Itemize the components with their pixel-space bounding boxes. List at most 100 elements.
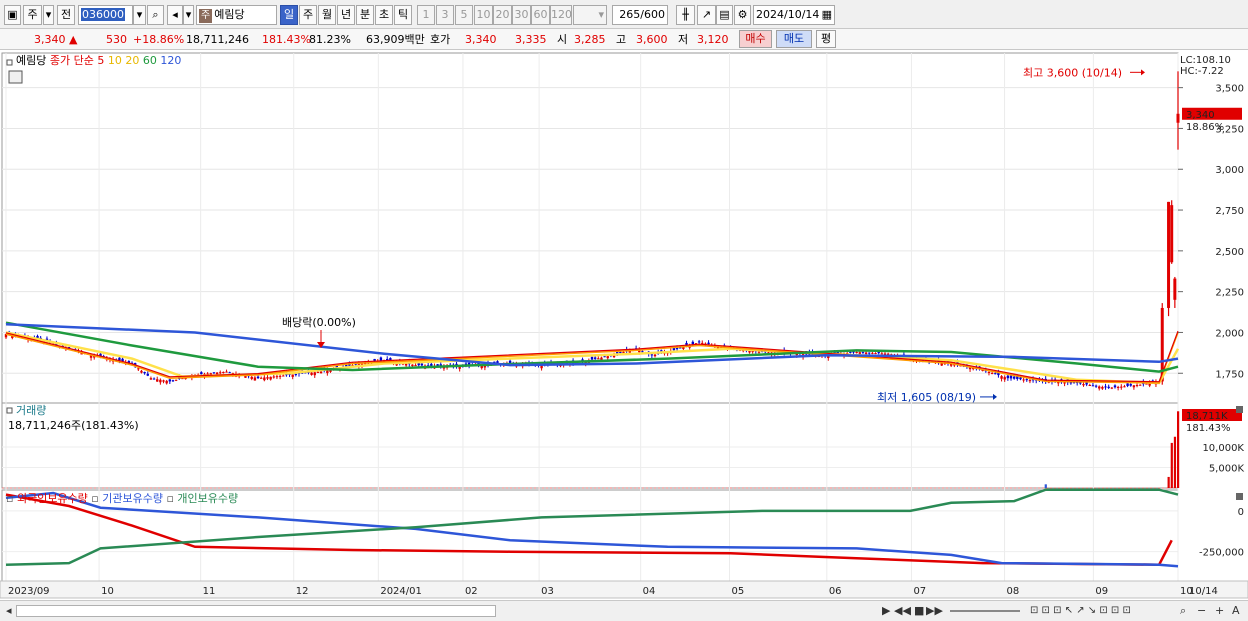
candle-body bbox=[159, 379, 162, 383]
holdings-tick-label: -250,000 bbox=[1199, 548, 1244, 559]
candle-body bbox=[1006, 375, 1010, 379]
holdings-close-icon[interactable] bbox=[1236, 493, 1243, 500]
period-month-button[interactable]: 월 bbox=[318, 5, 336, 25]
holdings-legend: ▫ 외국인보유수량 ▫ 기관보유수량 ▫ 개인보유수량 bbox=[6, 492, 238, 505]
price-tick-label: 2,000 bbox=[1215, 328, 1244, 339]
scroll-track[interactable] bbox=[16, 605, 496, 617]
step-10-button[interactable]: 10 bbox=[474, 5, 493, 25]
period-second-button[interactable]: 초 bbox=[375, 5, 393, 25]
candle-body bbox=[701, 342, 704, 344]
average-button[interactable]: 평 bbox=[816, 30, 836, 48]
candle-type-icon[interactable]: ╫ bbox=[676, 5, 695, 25]
scrollbar[interactable]: ◂ ▶ ◀◀ ■ ▶▶ ⊡ ⊡ ⊡ ↖ ↗ ↘ ⊡ ⊡ ⊡ ⌕ − + A bbox=[0, 600, 1248, 621]
step-20-button[interactable]: 20 bbox=[493, 5, 512, 25]
step-5-button[interactable]: 5 bbox=[455, 5, 473, 25]
candle-body bbox=[653, 354, 657, 357]
step-120-button[interactable]: 120 bbox=[550, 5, 572, 25]
candle-body bbox=[1022, 379, 1025, 381]
nav-rewind-icon[interactable]: ◀◀ bbox=[894, 604, 911, 618]
count-input[interactable]: 265/600 bbox=[612, 5, 668, 25]
prev-button[interactable]: 전 bbox=[57, 5, 75, 25]
sound-icon[interactable]: ◂ bbox=[167, 5, 183, 25]
candle-body bbox=[168, 379, 172, 382]
candle-body bbox=[326, 370, 329, 374]
step-dropdown-icon: ▾ bbox=[598, 8, 604, 21]
open-label: 시 bbox=[557, 33, 568, 46]
zoom-in-button[interactable]: + bbox=[1215, 604, 1224, 618]
step-custom-dropdown[interactable]: ▾ bbox=[573, 5, 607, 25]
price-change-pct: +18.86% bbox=[133, 33, 185, 46]
period-year-label: 년 bbox=[340, 8, 352, 21]
dividend-annotation: 배당락(0.00%) bbox=[282, 316, 356, 329]
indicator-icon[interactable]: ↗ bbox=[697, 5, 716, 25]
step-60-button[interactable]: 60 bbox=[531, 5, 550, 25]
date-input[interactable]: 2024/10/14 ▦ bbox=[753, 5, 835, 25]
period-week-button[interactable]: 주 bbox=[299, 5, 317, 25]
x-axis-strip bbox=[0, 580, 1248, 599]
candle-body bbox=[1135, 385, 1139, 387]
settings-gear-icon[interactable]: ⚙ bbox=[734, 5, 751, 25]
period-year-button[interactable]: 년 bbox=[337, 5, 355, 25]
candle-body bbox=[291, 374, 294, 377]
x-axis-label: 08 bbox=[1007, 586, 1020, 597]
draw-tools-icon[interactable]: ⊡ ⊡ ⊡ ↖ ↗ ↘ ⊡ ⊡ ⊡ bbox=[1030, 604, 1131, 618]
candle-body bbox=[152, 378, 156, 380]
candle-body bbox=[149, 378, 153, 380]
zoom-icon[interactable]: ⌕ bbox=[1180, 604, 1186, 618]
period-day-button[interactable]: 일 bbox=[280, 5, 298, 25]
calendar-icon[interactable]: ▦ bbox=[822, 6, 834, 24]
step-1-button[interactable]: 1 bbox=[417, 5, 435, 25]
x-axis-label: 04 bbox=[643, 586, 656, 597]
search-icon[interactable]: ⌕ bbox=[147, 5, 164, 25]
holdings-tick-label: 0 bbox=[1238, 507, 1244, 518]
zoom-out-button[interactable]: − bbox=[1197, 604, 1206, 618]
stock-code-input[interactable]: 036000 bbox=[78, 5, 133, 25]
zoom-slider[interactable] bbox=[950, 610, 1020, 612]
holdings-legend-item: 기관보유수량 bbox=[102, 492, 166, 505]
low-annotation: 최저 1,605 (08/19) bbox=[877, 391, 976, 404]
period-tick-button[interactable]: 틱 bbox=[394, 5, 412, 25]
candle-body bbox=[855, 352, 858, 354]
turnover-pct: 81.23% bbox=[309, 33, 351, 46]
stock-chart[interactable]: 1,7502,0002,2502,5002,7503,0003,2503,500… bbox=[0, 51, 1248, 600]
layout-icon[interactable]: ▣ bbox=[4, 5, 21, 25]
period-dropdown[interactable]: 주 bbox=[23, 5, 42, 25]
legend-ma-item: 20 bbox=[125, 54, 143, 67]
nav-stop-icon[interactable]: ■ bbox=[914, 604, 924, 618]
sound-dropdown-icon[interactable]: ▾ bbox=[183, 5, 194, 25]
grid-toggle-icon[interactable] bbox=[8, 70, 23, 84]
scroll-left-icon[interactable]: ◂ bbox=[6, 604, 12, 618]
candle-body bbox=[1063, 382, 1066, 384]
code-dropdown-icon[interactable]: ▾ bbox=[133, 5, 146, 25]
nav-forward-icon[interactable]: ▶▶ bbox=[926, 604, 943, 618]
period-day-label: 일 bbox=[283, 8, 295, 21]
period-week-label: 주 bbox=[302, 8, 314, 21]
x-axis-label: 06 bbox=[829, 586, 842, 597]
candle-body bbox=[140, 370, 143, 373]
volume-bar bbox=[1173, 436, 1177, 488]
candle-body bbox=[137, 368, 140, 370]
candle-body bbox=[1028, 380, 1032, 382]
candle-body bbox=[1094, 385, 1098, 387]
stock-badge: 주 bbox=[199, 9, 213, 23]
candle-body bbox=[430, 363, 433, 366]
sell-button[interactable]: 매도 bbox=[776, 30, 812, 48]
nav-play-icon[interactable]: ▶ bbox=[882, 604, 890, 618]
step-30-button[interactable]: 30 bbox=[512, 5, 531, 25]
candle-body bbox=[757, 351, 761, 353]
candle-body bbox=[864, 352, 868, 354]
candle-body bbox=[672, 348, 676, 351]
volume-close-icon[interactable] bbox=[1236, 406, 1243, 413]
candle-body bbox=[861, 352, 865, 354]
buy-button[interactable]: 매수 bbox=[739, 30, 772, 48]
sell-label: 매도 bbox=[783, 32, 805, 45]
period-minute-button[interactable]: 분 bbox=[356, 5, 374, 25]
print-icon[interactable]: ▤ bbox=[716, 5, 733, 25]
price-tick-label: 2,500 bbox=[1215, 247, 1244, 258]
auto-scale-button[interactable]: A bbox=[1232, 604, 1240, 618]
candle-body bbox=[165, 380, 168, 384]
chevron-down-icon[interactable]: ▾ bbox=[43, 5, 54, 25]
legend-ma-item: 종가 단순 bbox=[50, 54, 97, 67]
stock-name-field[interactable]: 주 예림당 bbox=[196, 5, 277, 25]
step-3-button[interactable]: 3 bbox=[436, 5, 454, 25]
